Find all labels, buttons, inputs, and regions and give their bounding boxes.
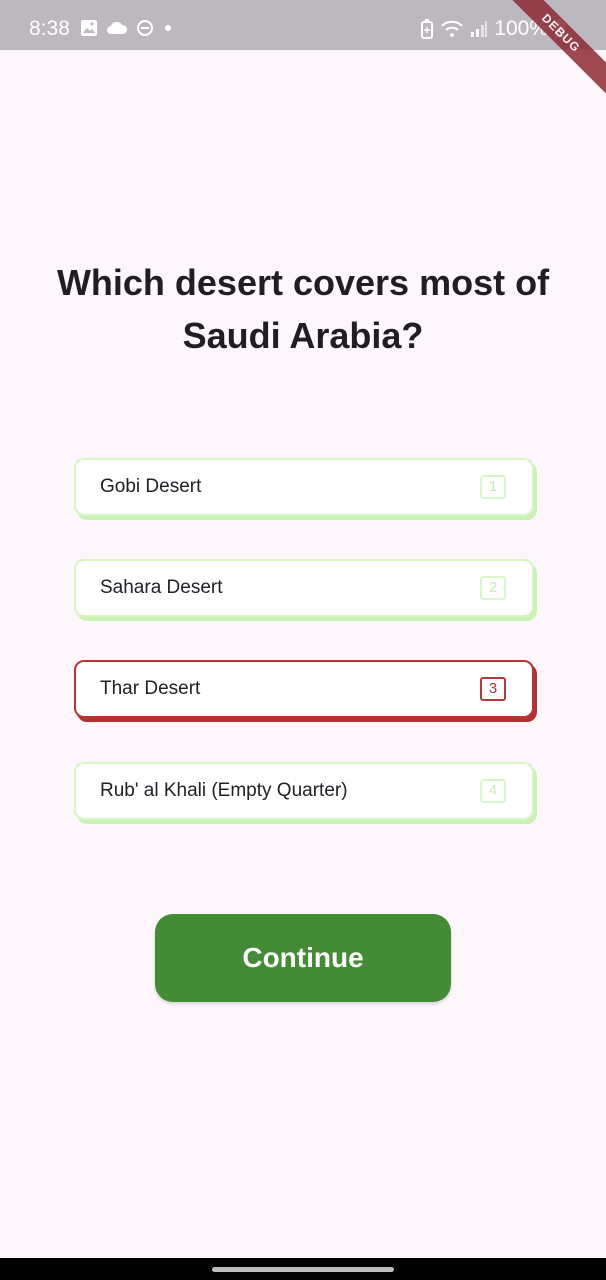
option-key-badge: 2 bbox=[480, 576, 506, 600]
option-label: Gobi Desert bbox=[100, 476, 202, 497]
option-thar-desert[interactable]: Thar Desert 3 bbox=[74, 660, 534, 718]
image-icon bbox=[81, 20, 97, 36]
question-text: Which desert covers most of Saudi Arabia… bbox=[56, 262, 550, 356]
option-key-badge: 3 bbox=[480, 677, 506, 701]
option-label: Rub' al Khali (Empty Quarter) bbox=[100, 780, 348, 801]
dnd-icon bbox=[137, 20, 153, 36]
battery-saver-icon bbox=[421, 19, 434, 39]
option-key-badge: 1 bbox=[480, 475, 506, 499]
status-left-icons bbox=[80, 19, 174, 37]
signal-icon bbox=[471, 21, 488, 37]
option-gobi-desert[interactable]: Gobi Desert 1 bbox=[74, 458, 534, 516]
navigation-bar bbox=[0, 1258, 606, 1280]
option-label: Sahara Desert bbox=[100, 577, 223, 598]
option-label: Thar Desert bbox=[100, 678, 201, 699]
continue-button[interactable]: Continue bbox=[155, 914, 451, 1002]
option-key-badge: 4 bbox=[480, 779, 506, 803]
status-time: 8:38 bbox=[29, 17, 70, 40]
status-bar: 8:38 100% bbox=[0, 0, 606, 50]
dot-icon bbox=[165, 25, 171, 31]
wifi-icon bbox=[441, 20, 463, 37]
option-sahara-desert[interactable]: Sahara Desert 2 bbox=[74, 559, 534, 617]
cloud-icon bbox=[107, 21, 128, 34]
option-rub-al-khali[interactable]: Rub' al Khali (Empty Quarter) 4 bbox=[74, 762, 534, 820]
home-gesture-handle[interactable] bbox=[212, 1267, 394, 1272]
